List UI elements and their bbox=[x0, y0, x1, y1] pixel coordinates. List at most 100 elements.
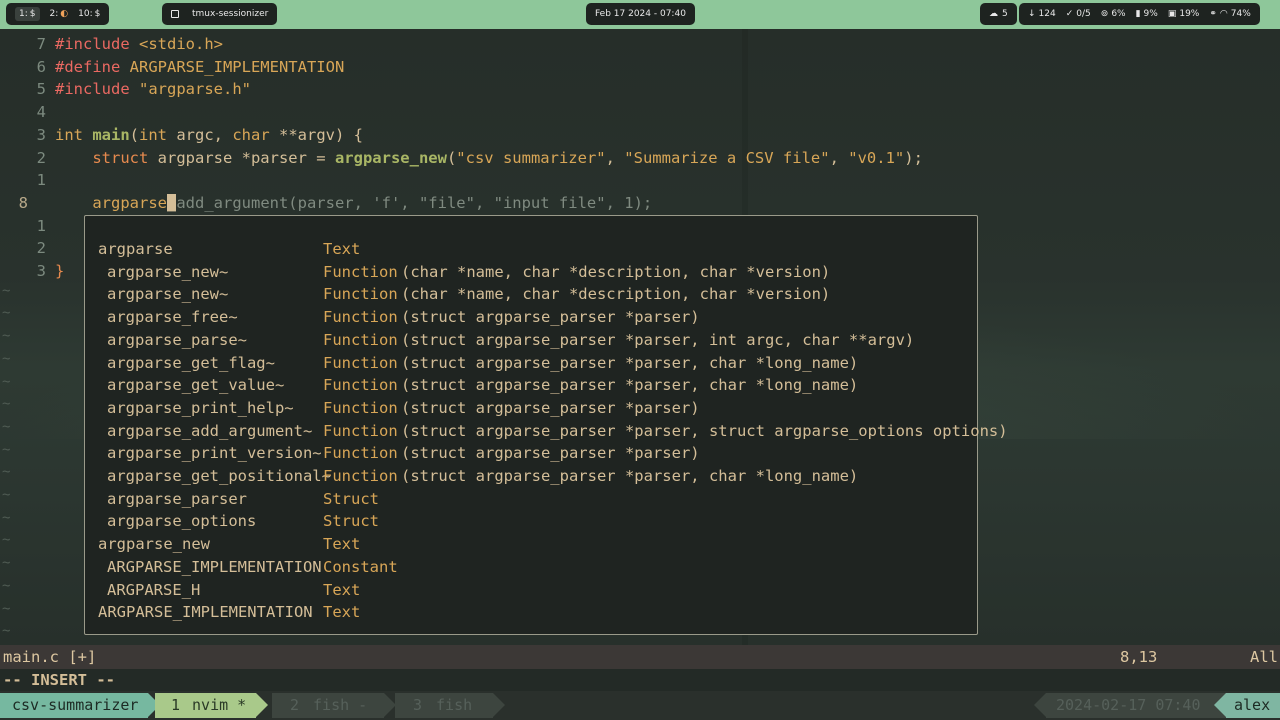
completion-signature: (struct argparse_parser *parser, struct … bbox=[401, 421, 1008, 440]
completion-kind: Function bbox=[323, 467, 398, 485]
system-stats: ↓ 124 ✓ 0/5 ⊚ 6% ▮ 9% ▣ 19% ⚭ ◠ 74% bbox=[1019, 3, 1260, 25]
line-code[interactable]: #define ARGPARSE_IMPLEMENTATION bbox=[55, 56, 344, 79]
line-number: 5 bbox=[36, 80, 46, 99]
line-code[interactable]: struct argparse *parser = argparse_new("… bbox=[55, 147, 923, 170]
code-line[interactable]: 5 #include "argparse.h" bbox=[0, 78, 1280, 101]
completion-item[interactable]: argparse_print_help~ Function (struct argp… bbox=[85, 397, 977, 420]
terminal-icon: $ bbox=[94, 9, 101, 19]
code-token: int bbox=[139, 125, 177, 144]
mode-indicator: -- INSERT -- bbox=[0, 669, 1280, 691]
completion-signature: (char *name, char *description, char *ve… bbox=[401, 285, 831, 304]
completion-item[interactable]: ARGPARSE_H Text bbox=[85, 579, 977, 602]
tmux-window-1[interactable]: 1 nvim * bbox=[155, 693, 269, 718]
completion-kind: Function bbox=[323, 398, 398, 417]
completion-item[interactable]: ARGPARSE_IMPLEMENTATION Text bbox=[85, 601, 977, 624]
window-icon bbox=[171, 10, 179, 18]
completion-label: argparse_add_argument~ bbox=[107, 421, 313, 440]
completion-label: argparse_get_value~ bbox=[107, 376, 285, 395]
code-token: main bbox=[92, 125, 130, 144]
memory-stat[interactable]: ▮ 9% bbox=[1136, 9, 1158, 19]
line-code[interactable]: int main(int argc, char **argv) { bbox=[55, 124, 363, 147]
code-line[interactable]: 2 struct argparse *parser = argparse_new… bbox=[0, 147, 1280, 170]
code-token: ); bbox=[904, 148, 923, 167]
completion-label: ARGPARSE_IMPLEMENTATION bbox=[107, 557, 322, 576]
completion-item[interactable]: argparse_free~ Function (struct argparse_p… bbox=[85, 306, 977, 329]
code-token: } bbox=[55, 262, 65, 280]
code-line[interactable]: 8 argparse_add_argument(parser, 'f', "fi… bbox=[0, 192, 1280, 215]
eob-tilde: ~ bbox=[2, 464, 11, 481]
completion-kind: Text bbox=[323, 603, 361, 622]
completion-kind: Text bbox=[323, 240, 361, 258]
active-window-title[interactable]: tmux-sessionizer bbox=[162, 3, 278, 25]
line-number: 8 bbox=[18, 193, 28, 212]
code-token: argparse bbox=[92, 193, 167, 212]
completion-label: argparse_get_positional~ bbox=[107, 467, 331, 485]
line-number: 6 bbox=[36, 57, 46, 76]
completion-item[interactable]: argparse_get_value~ Function (struct argpa… bbox=[85, 374, 977, 397]
line-number: 3 bbox=[36, 125, 46, 144]
download-stat[interactable]: ↓ 124 bbox=[1028, 9, 1056, 19]
line-number: 2 bbox=[36, 239, 46, 258]
tmux-hostname: alex bbox=[1214, 693, 1280, 718]
completion-label: argparse_get_flag~ bbox=[107, 353, 275, 372]
code-token: struct bbox=[92, 148, 158, 167]
code-line[interactable]: 6 #define ARGPARSE_IMPLEMENTATION bbox=[0, 56, 1280, 79]
eob-tilde: ~ bbox=[2, 577, 11, 594]
tmux-window-2[interactable]: 2 fish - bbox=[272, 693, 396, 718]
completion-item[interactable]: argparse_parser Struct bbox=[85, 488, 977, 511]
code-line[interactable]: 7 #include <stdio.h> bbox=[0, 33, 1280, 56]
code-line[interactable]: 4 bbox=[0, 101, 1280, 124]
code-token: #include bbox=[55, 35, 139, 53]
cpu-stat[interactable]: ⊚ 6% bbox=[1101, 9, 1126, 19]
completion-item[interactable]: argparse Text bbox=[85, 238, 977, 261]
text-cursor: _ bbox=[166, 193, 177, 212]
battery-stat[interactable]: ⚭ ◠ 74% bbox=[1209, 9, 1250, 19]
code-token: add_argument(parser, 'f', "file", "input… bbox=[176, 193, 653, 212]
completion-signature: (struct argparse_parser *parser, int arg… bbox=[401, 330, 915, 349]
code-line[interactable]: 1 bbox=[0, 169, 1280, 192]
completion-item[interactable]: argparse_options Struct bbox=[85, 510, 977, 533]
code-token: "argparse.h" bbox=[139, 80, 251, 99]
line-code[interactable]: #include <stdio.h> bbox=[55, 33, 223, 56]
completion-kind: Function bbox=[323, 444, 398, 463]
completion-item[interactable]: argparse_add_argument~ Function (struct ar… bbox=[85, 420, 1008, 443]
completion-item[interactable]: argparse_get_flag~ Function (struct argpar… bbox=[85, 352, 977, 375]
clock[interactable]: Feb 17 2024 - 07:40 bbox=[586, 3, 695, 25]
completion-menu[interactable]: argparse Text argparse_new~ Function (char *… bbox=[84, 215, 1008, 635]
completion-item[interactable]: argparse_parse~ Function (struct argparse_… bbox=[85, 329, 977, 352]
tmux-datetime: 2024-02-17 07:40 bbox=[1034, 693, 1226, 718]
completion-item[interactable]: argparse_print_version~ Function (struct a… bbox=[85, 442, 977, 465]
line-code[interactable]: #include "argparse.h" bbox=[55, 78, 251, 101]
line-number: 4 bbox=[36, 103, 46, 122]
completion-label: ARGPARSE_H bbox=[107, 580, 201, 599]
code-line[interactable]: 3 int main(int argc, char **argv) { bbox=[0, 124, 1280, 147]
tmux-status-bar: csv-summarizer 1 nvim * 2 fish - 3 fish 202… bbox=[0, 691, 1280, 720]
completion-item[interactable]: argparse_get_positional~ Function (struct … bbox=[85, 465, 977, 488]
line-number: 1 bbox=[36, 171, 46, 190]
line-number: 2 bbox=[36, 148, 46, 167]
code-token: <stdio.h> bbox=[139, 35, 223, 53]
line-code[interactable]: argparse_add_argument(parser, 'f', "file… bbox=[55, 192, 652, 215]
completion-signature: (struct argparse_parser *parser) bbox=[401, 398, 700, 417]
updates-stat[interactable]: ✓ 0/5 bbox=[1066, 9, 1091, 19]
scroll-percent: All bbox=[1250, 648, 1278, 666]
weather-widget[interactable]: ☁ 5 bbox=[980, 3, 1017, 25]
completion-item[interactable]: argparse_new~ Function (char *name, char *… bbox=[85, 261, 977, 284]
tmux-session-name[interactable]: csv-summarizer bbox=[0, 693, 161, 718]
completion-item[interactable]: argparse_new~ Function (char *name, char *… bbox=[85, 283, 977, 306]
cloud-icon: ☁ bbox=[989, 9, 998, 19]
workspace-2[interactable]: 2: ◐ bbox=[50, 9, 69, 19]
completion-kind: Constant bbox=[323, 557, 398, 576]
disk-stat[interactable]: ▣ 19% bbox=[1168, 9, 1200, 19]
completion-label: argparse_print_help~ bbox=[107, 398, 294, 417]
completion-item[interactable]: ARGPARSE_IMPLEMENTATION Constant bbox=[85, 556, 977, 579]
workspace-1[interactable]: 1: $ bbox=[15, 7, 40, 21]
code-token: "Summarize a CSV file" bbox=[624, 148, 830, 167]
completion-signature: (struct argparse_parser *parser, char *l… bbox=[401, 467, 859, 485]
tmux-window-3[interactable]: 3 fish bbox=[395, 693, 505, 718]
workspace-10[interactable]: 10: $ bbox=[78, 9, 100, 19]
code-token: , bbox=[605, 148, 625, 167]
eob-tilde: ~ bbox=[2, 600, 11, 617]
line-code[interactable]: } bbox=[55, 260, 64, 283]
completion-item[interactable]: argparse_new Text bbox=[85, 533, 977, 556]
